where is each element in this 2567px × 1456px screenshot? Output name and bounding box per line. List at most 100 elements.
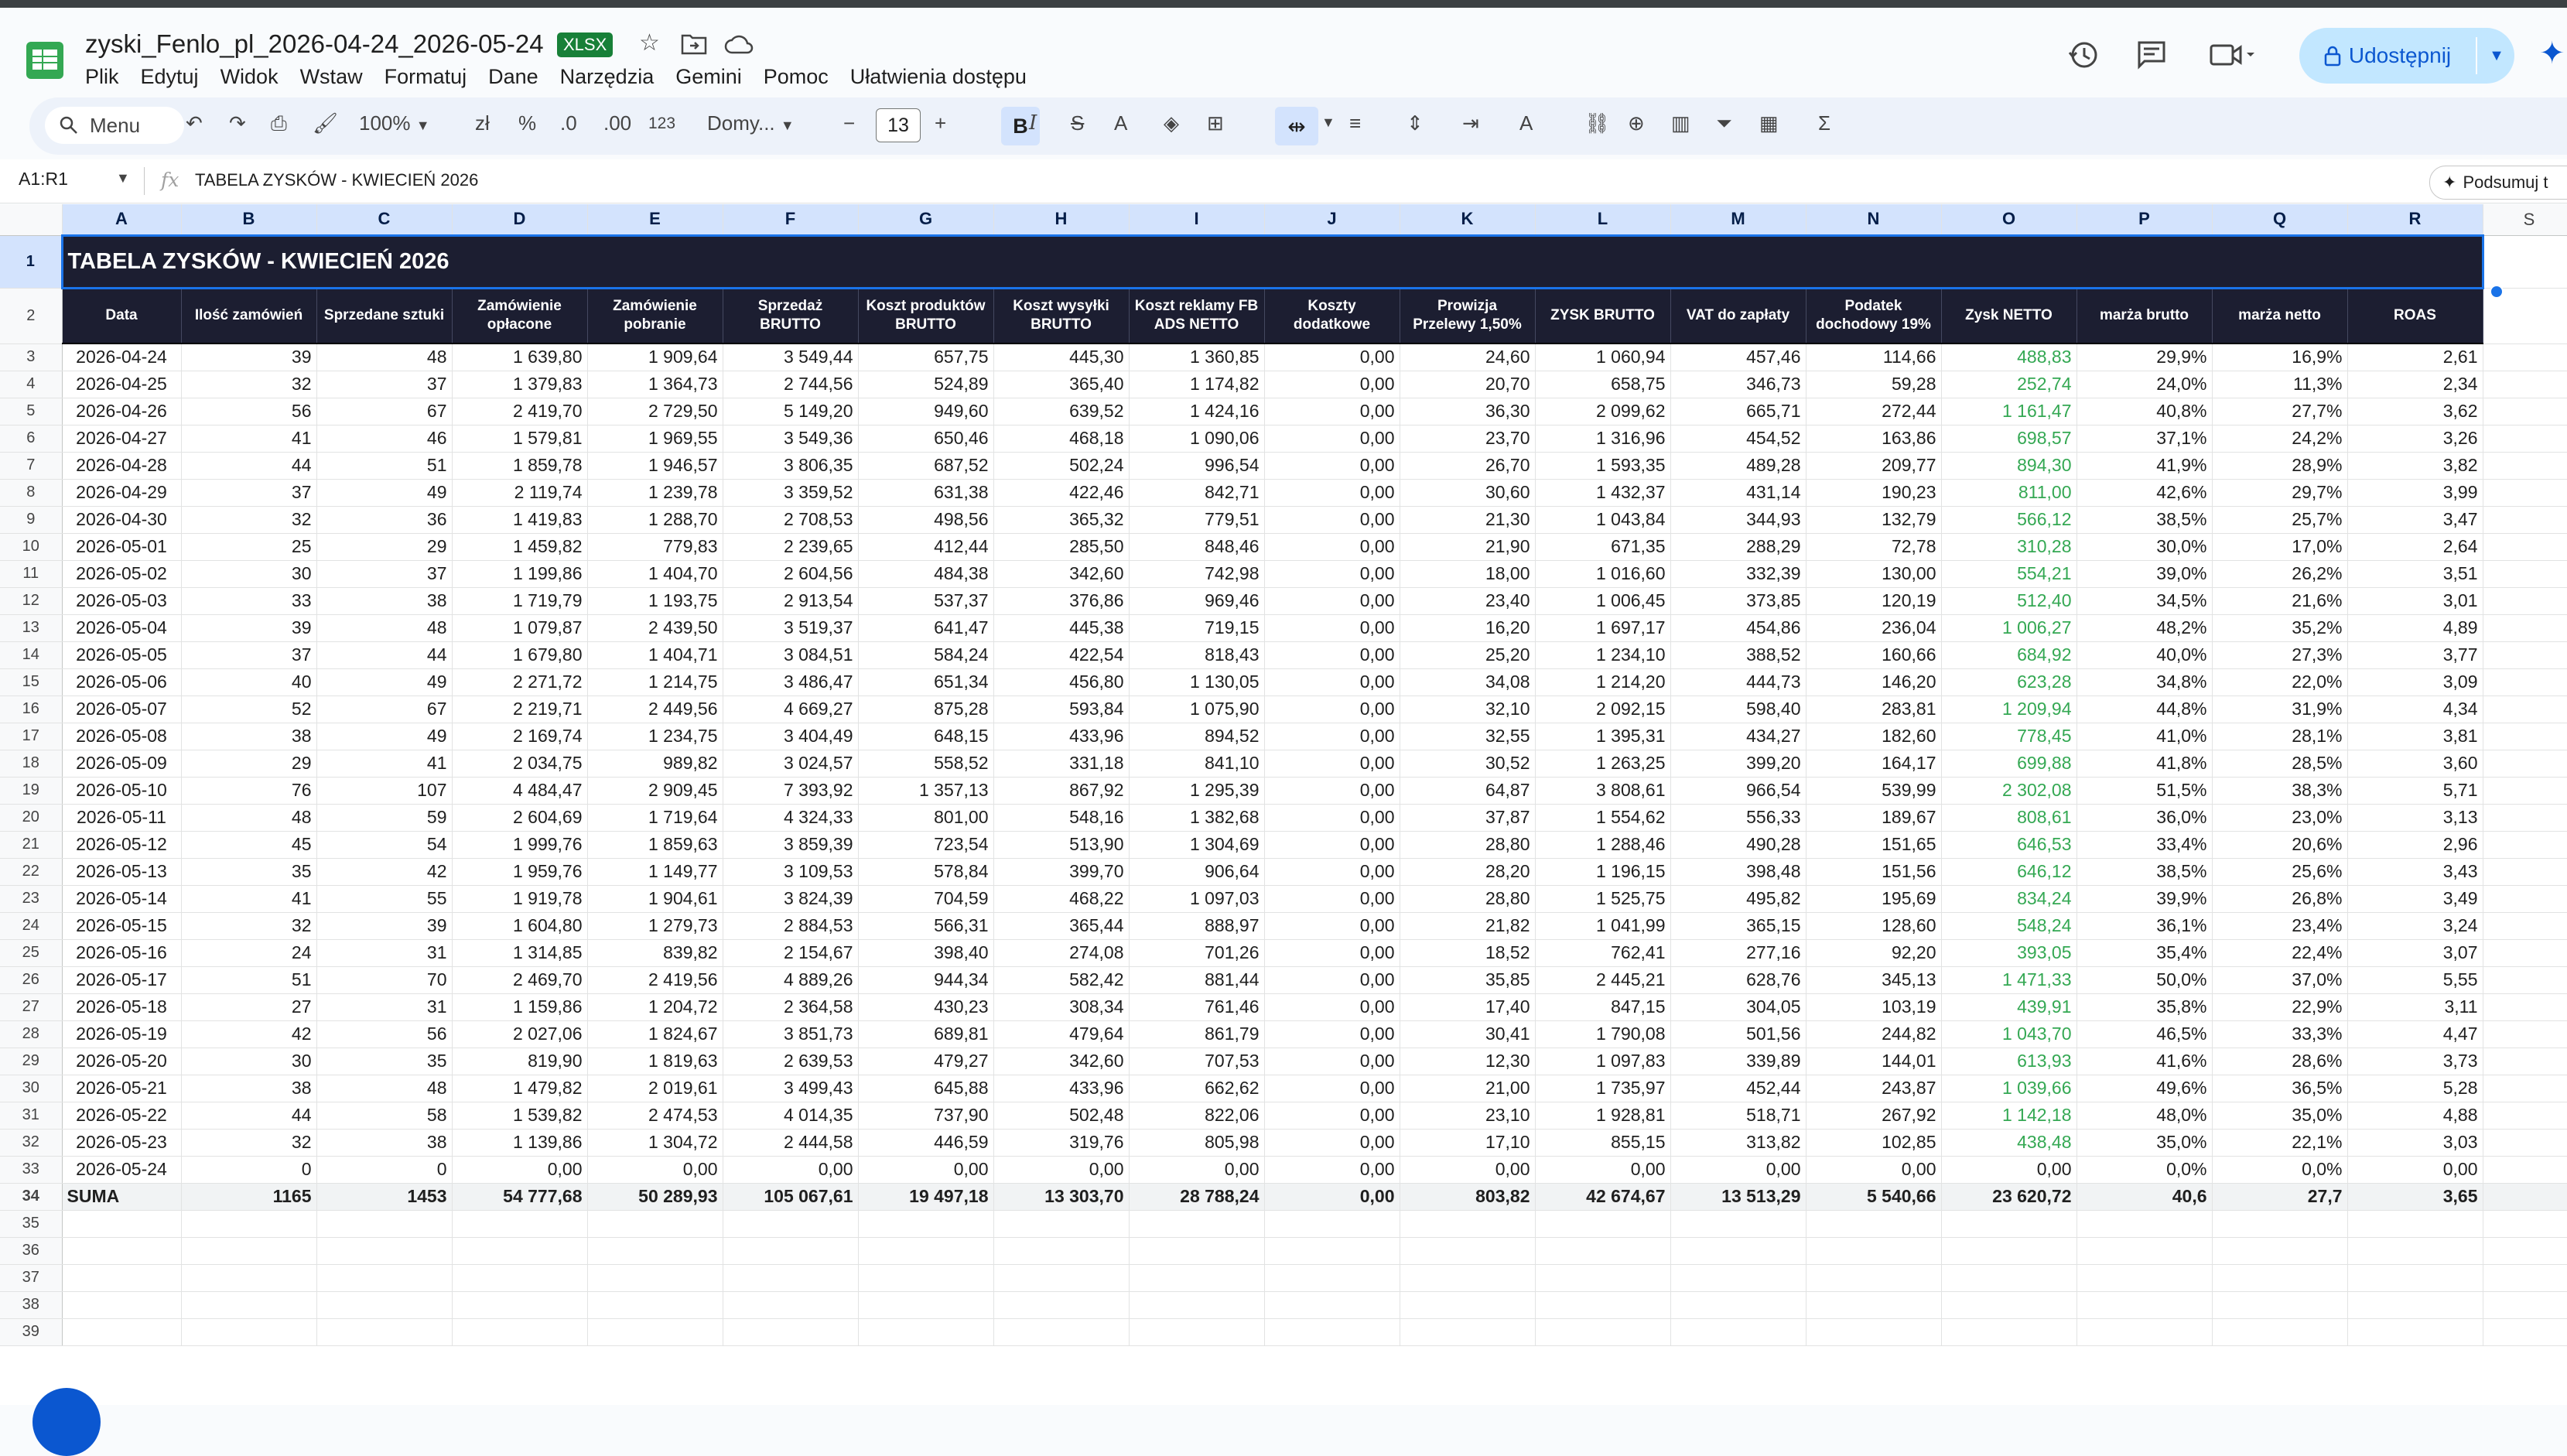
- data-cell[interactable]: 3 109,53: [723, 858, 859, 886]
- data-cell[interactable]: 1 969,55: [587, 425, 723, 453]
- undo-icon[interactable]: ↶: [186, 111, 203, 135]
- row-number[interactable]: 31: [0, 1102, 63, 1130]
- data-cell[interactable]: 277,16: [1670, 939, 1806, 967]
- data-cell[interactable]: 308,34: [993, 993, 1130, 1021]
- data-cell[interactable]: 1 006,27: [1941, 614, 2077, 642]
- column-header-cell[interactable]: marża brutto: [2077, 288, 2213, 344]
- data-cell[interactable]: 67: [316, 696, 453, 723]
- cell[interactable]: [1129, 1210, 1265, 1238]
- data-cell[interactable]: 3,13: [2347, 804, 2483, 832]
- data-cell[interactable]: 59: [316, 804, 453, 832]
- data-cell[interactable]: 76: [181, 777, 317, 805]
- sum-icon[interactable]: Σ: [1818, 111, 1830, 135]
- cell[interactable]: [1670, 1264, 1806, 1292]
- sum-cell[interactable]: 40,6: [2077, 1183, 2213, 1211]
- column-header-cell[interactable]: Data: [62, 288, 182, 344]
- cell[interactable]: [1670, 1318, 1806, 1346]
- cell[interactable]: [2483, 587, 2567, 615]
- data-cell[interactable]: 2026-05-18: [62, 993, 182, 1021]
- data-cell[interactable]: 103,19: [1806, 993, 1942, 1021]
- data-cell[interactable]: 0,00: [858, 1156, 994, 1184]
- data-cell[interactable]: 1 639,80: [452, 343, 588, 371]
- data-cell[interactable]: 35,4%: [2077, 939, 2213, 967]
- cell[interactable]: [2077, 1210, 2213, 1238]
- data-cell[interactable]: 3,11: [2347, 993, 2483, 1021]
- data-cell[interactable]: 35,0%: [2212, 1102, 2348, 1130]
- redo-icon[interactable]: ↷: [229, 111, 246, 135]
- data-cell[interactable]: 38: [316, 587, 453, 615]
- data-cell[interactable]: 0,00: [1264, 1102, 1400, 1130]
- data-cell[interactable]: 1 288,70: [587, 506, 723, 534]
- zoom-select[interactable]: 100% ▼: [359, 111, 430, 135]
- sum-cell[interactable]: 28 788,24: [1129, 1183, 1265, 1211]
- cell[interactable]: [993, 1291, 1130, 1319]
- sum-cell[interactable]: 23 620,72: [1941, 1183, 2077, 1211]
- cell[interactable]: [993, 1318, 1130, 1346]
- data-cell[interactable]: 3 519,37: [723, 614, 859, 642]
- data-cell[interactable]: 3,24: [2347, 912, 2483, 940]
- data-cell[interactable]: 2 419,70: [452, 398, 588, 426]
- data-cell[interactable]: 3,73: [2347, 1048, 2483, 1075]
- data-cell[interactable]: 2026-04-28: [62, 452, 182, 480]
- name-box[interactable]: A1:R1: [19, 169, 68, 190]
- row-number[interactable]: 16: [0, 696, 63, 723]
- data-cell[interactable]: 2026-05-08: [62, 723, 182, 750]
- data-cell[interactable]: 2 099,62: [1535, 398, 1671, 426]
- data-cell[interactable]: 1 234,75: [587, 723, 723, 750]
- font-size-increase-button[interactable]: +: [935, 111, 946, 135]
- data-cell[interactable]: 3,03: [2347, 1129, 2483, 1157]
- cell[interactable]: [1806, 1237, 1942, 1265]
- cell[interactable]: [2483, 668, 2567, 696]
- data-cell[interactable]: 399,20: [1670, 750, 1806, 778]
- data-cell[interactable]: 24,0%: [2077, 371, 2213, 398]
- row-number[interactable]: 17: [0, 723, 63, 750]
- sheets-logo-icon[interactable]: [23, 39, 67, 82]
- data-cell[interactable]: 484,38: [858, 560, 994, 588]
- data-cell[interactable]: 29: [181, 750, 317, 778]
- data-cell[interactable]: 22,9%: [2212, 993, 2348, 1021]
- row-number[interactable]: 23: [0, 885, 63, 913]
- cell[interactable]: [181, 1318, 317, 1346]
- cell[interactable]: [2483, 885, 2567, 913]
- data-cell[interactable]: 438,48: [1941, 1129, 2077, 1157]
- sum-cell[interactable]: 13 513,29: [1670, 1183, 1806, 1211]
- move-folder-icon[interactable]: [681, 32, 707, 56]
- data-cell[interactable]: 822,06: [1129, 1102, 1265, 1130]
- data-cell[interactable]: 1 432,37: [1535, 479, 1671, 507]
- data-cell[interactable]: 41,9%: [2077, 452, 2213, 480]
- data-cell[interactable]: 1 304,69: [1129, 831, 1265, 859]
- data-cell[interactable]: 723,54: [858, 831, 994, 859]
- data-cell[interactable]: 130,00: [1806, 560, 1942, 588]
- data-cell[interactable]: 861,79: [1129, 1020, 1265, 1048]
- data-cell[interactable]: 28,80: [1400, 885, 1536, 913]
- data-cell[interactable]: 46: [316, 425, 453, 453]
- chart-icon[interactable]: ▥: [1671, 111, 1690, 135]
- data-cell[interactable]: 867,92: [993, 777, 1130, 805]
- data-cell[interactable]: 0,00: [1264, 371, 1400, 398]
- data-cell[interactable]: 17,10: [1400, 1129, 1536, 1157]
- data-cell[interactable]: 35,85: [1400, 966, 1536, 994]
- data-cell[interactable]: 41,0%: [2077, 723, 2213, 750]
- menu-gemini[interactable]: Gemini: [675, 65, 742, 88]
- data-cell[interactable]: 2026-05-04: [62, 614, 182, 642]
- data-cell[interactable]: 1 039,66: [1941, 1075, 2077, 1102]
- data-cell[interactable]: 537,37: [858, 587, 994, 615]
- data-cell[interactable]: 30: [181, 560, 317, 588]
- data-cell[interactable]: 0,00: [1535, 1156, 1671, 1184]
- data-cell[interactable]: 0,00: [1264, 343, 1400, 371]
- data-cell[interactable]: 0,00: [1264, 1048, 1400, 1075]
- data-cell[interactable]: 12,30: [1400, 1048, 1536, 1075]
- data-cell[interactable]: 646,53: [1941, 831, 2077, 859]
- data-cell[interactable]: 25,7%: [2212, 506, 2348, 534]
- data-cell[interactable]: 3,07: [2347, 939, 2483, 967]
- data-cell[interactable]: 0,00: [1264, 804, 1400, 832]
- row-number[interactable]: 18: [0, 750, 63, 778]
- data-cell[interactable]: 365,15: [1670, 912, 1806, 940]
- data-cell[interactable]: 412,44: [858, 533, 994, 561]
- cell[interactable]: [2483, 1318, 2567, 1346]
- data-cell[interactable]: 1 142,18: [1941, 1102, 2077, 1130]
- data-cell[interactable]: 40: [181, 668, 317, 696]
- data-cell[interactable]: 548,16: [993, 804, 1130, 832]
- row-number[interactable]: 14: [0, 641, 63, 669]
- data-cell[interactable]: 1 043,70: [1941, 1020, 2077, 1048]
